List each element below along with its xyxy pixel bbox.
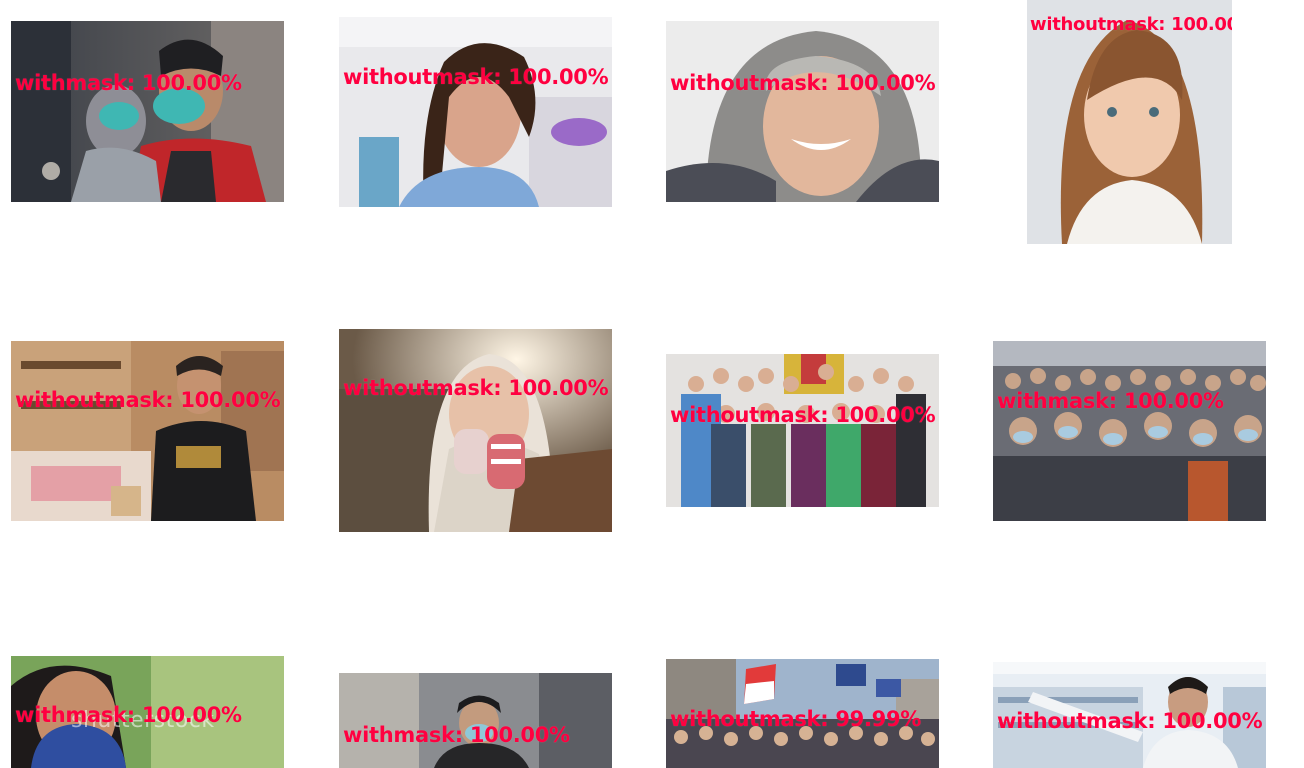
prediction-label: withmask: 100.00% — [343, 723, 570, 747]
prediction-label: withmask: 100.00% — [15, 71, 242, 95]
prediction-label: withmask: 100.00% — [997, 389, 1224, 413]
photo-group-of-people — [666, 354, 939, 507]
prediction-label: withoutmask: 100.00% — [997, 709, 1263, 733]
prediction-label: withmask: 100.00% — [15, 703, 242, 727]
prediction-label: withoutmask: 100.00% — [670, 71, 936, 95]
result-image-5: withoutmask: 100.00% — [11, 341, 284, 521]
photo-man-with-mask-on-street — [339, 673, 612, 768]
prediction-label: withoutmask: 99.99% — [670, 707, 921, 731]
photo-smiling-gray-haired-woman — [666, 21, 939, 202]
photo-two-people-with-masks — [11, 21, 284, 202]
photo-woman-covering-face-with-mittens — [339, 329, 612, 532]
result-image-12: withoutmask: 100.00% — [993, 662, 1266, 768]
result-image-10: withmask: 100.00% — [339, 673, 612, 768]
result-image-9: shutterstock withmask: 100.00% — [11, 656, 284, 768]
result-image-11: withoutmask: 99.99% — [666, 659, 939, 768]
prediction-label: withoutmask: 100.00% — [1030, 14, 1232, 35]
result-image-6: withoutmask: 100.00% — [339, 329, 612, 532]
result-image-2: withoutmask: 100.00% — [339, 17, 612, 207]
result-image-8: withmask: 100.00% — [993, 341, 1266, 521]
result-image-3: withoutmask: 100.00% — [666, 21, 939, 202]
result-image-4: withoutmask: 100.00% — [1027, 0, 1232, 244]
prediction-label: withoutmask: 100.00% — [670, 403, 936, 427]
result-image-7: withoutmask: 100.00% — [666, 354, 939, 507]
photo-man-in-shop — [11, 341, 284, 521]
photo-nurse-looking-down — [339, 17, 612, 207]
prediction-label: withoutmask: 100.00% — [15, 388, 281, 412]
prediction-label: withoutmask: 100.00% — [343, 65, 609, 89]
prediction-label: withoutmask: 100.00% — [343, 376, 609, 400]
photo-crowd-with-masks — [993, 341, 1266, 521]
photo-smiling-girl — [1027, 0, 1232, 244]
result-image-1: withmask: 100.00% — [11, 21, 284, 202]
